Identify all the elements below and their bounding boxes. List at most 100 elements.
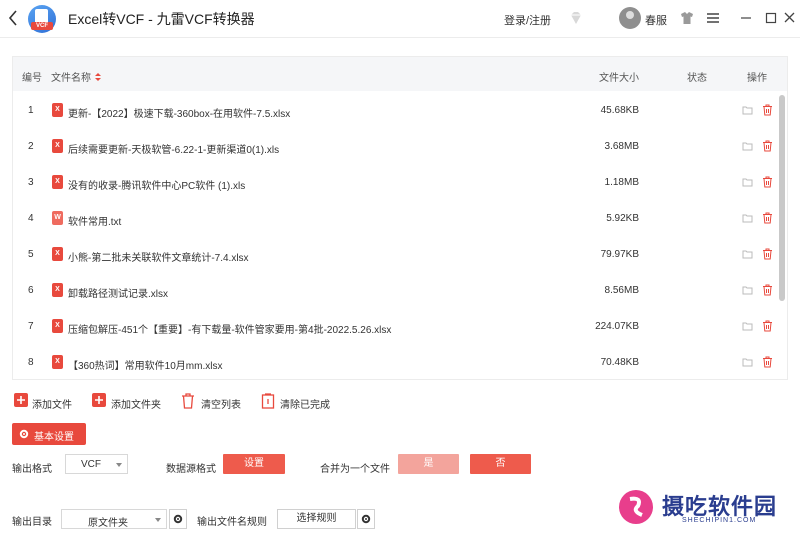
login-register-link[interactable]: 登录/注册: [504, 12, 551, 28]
name-rule-label: 输出文件名规则: [197, 517, 267, 528]
file-type-icon: X: [52, 283, 63, 297]
header-status: 状态: [687, 73, 707, 84]
file-type-icon: X: [52, 247, 63, 261]
open-folder-icon[interactable]: [742, 105, 753, 115]
row-number: 5: [28, 249, 34, 260]
file-size: 8.56MB: [604, 285, 639, 296]
open-folder-icon[interactable]: [742, 321, 753, 331]
open-folder-icon[interactable]: [742, 285, 753, 295]
row-number: 8: [28, 357, 34, 368]
delete-icon[interactable]: [762, 212, 773, 224]
vip-diamond-icon[interactable]: [568, 10, 584, 26]
table-row[interactable]: 2 X 后续需要更新-天极软管-6.22-1-更新渠道0(1).xls 3.68MB: [13, 129, 777, 165]
output-format-label: 输出格式: [12, 464, 52, 475]
open-folder-icon[interactable]: [742, 177, 753, 187]
file-name: 小熊-第二批未关联软件文章统计-7.4.xlsx: [68, 253, 249, 264]
table-row[interactable]: 7 X 压缩包解压-451个【重要】-有下载量-软件管家要用-第4批-2022.5.…: [13, 309, 777, 345]
file-type-icon: X: [52, 175, 63, 189]
plus-icon: [92, 393, 106, 407]
delete-icon[interactable]: [762, 176, 773, 188]
delete-icon[interactable]: [762, 284, 773, 296]
header-name[interactable]: 文件名称: [51, 69, 102, 84]
sort-icon[interactable]: [94, 72, 102, 82]
merge-yes-button[interactable]: 是: [398, 454, 459, 474]
row-number: 3: [28, 177, 34, 188]
gear-icon: [361, 514, 371, 524]
title-bar: VCF Excel转VCF - 九雷VCF转换器 登录/注册 春服: [0, 0, 800, 38]
open-folder-icon[interactable]: [742, 213, 753, 223]
delete-icon[interactable]: [762, 104, 773, 116]
open-folder-icon[interactable]: [742, 141, 753, 151]
table-row[interactable]: 3 X 没有的收录-腾讯软件中心PC软件 (1).xls 1.18MB: [13, 165, 777, 201]
merge-no-button[interactable]: 否: [470, 454, 531, 474]
file-name: 软件常用.txt: [68, 217, 122, 228]
file-size: 79.97KB: [600, 249, 639, 260]
file-size: 224.07KB: [595, 321, 639, 332]
delete-icon[interactable]: [762, 356, 773, 368]
source-format-label: 数据源格式: [166, 464, 216, 475]
delete-icon[interactable]: [762, 248, 773, 260]
clear-completed-button[interactable]: 清除已完成: [261, 393, 331, 411]
file-size: 70.48KB: [600, 357, 639, 368]
row-number: 6: [28, 285, 34, 296]
open-folder-icon[interactable]: [742, 249, 753, 259]
table-row[interactable]: 1 X 更新-【2022】极速下载-360box-在用软件-7.5.xlsx 45.6…: [13, 93, 777, 129]
gear-icon: [173, 514, 183, 524]
output-dir-settings-button[interactable]: [169, 509, 187, 529]
source-format-settings-button[interactable]: 设置: [223, 454, 285, 474]
table-row[interactable]: 4 W 软件常用.txt 5.92KB: [13, 201, 777, 237]
app-title: Excel转VCF - 九雷VCF转换器: [68, 11, 255, 27]
table-header: 编号 文件名称 文件大小 状态 操作: [13, 57, 787, 91]
file-size: 1.18MB: [604, 177, 639, 188]
table-row[interactable]: 5 X 小熊-第二批未关联软件文章统计-7.4.xlsx 79.97KB: [13, 237, 777, 273]
name-rule-settings-button[interactable]: [357, 509, 375, 529]
file-size: 5.92KB: [606, 213, 639, 224]
maximize-icon[interactable]: [765, 12, 777, 24]
add-file-button[interactable]: 添加文件: [14, 393, 74, 411]
file-type-icon: X: [52, 139, 63, 153]
table-scrollbar[interactable]: [779, 95, 785, 301]
output-dir-label: 输出目录: [12, 517, 52, 528]
file-name: 后续需要更新-天极软管-6.22-1-更新渠道0(1).xls: [68, 145, 280, 156]
file-name: 更新-【2022】极速下载-360box-在用软件-7.5.xlsx: [68, 109, 291, 120]
gear-icon: [19, 429, 29, 439]
skin-shirt-icon[interactable]: [680, 11, 694, 25]
menu-icon[interactable]: [706, 12, 720, 24]
file-name: 没有的收录-腾讯软件中心PC软件 (1).xls: [68, 181, 246, 192]
chevron-down-icon: [116, 463, 122, 467]
row-number: 7: [28, 321, 34, 332]
header-no: 编号: [22, 73, 42, 84]
file-type-icon: X: [52, 103, 63, 117]
file-type-icon: X: [52, 319, 63, 333]
file-name: 压缩包解压-451个【重要】-有下载量-软件管家要用-第4批-2022.5.26…: [68, 325, 392, 336]
merge-file-label: 合并为一个文件: [320, 464, 390, 475]
watermark-url: SHECHIPIN1.COM: [682, 517, 757, 524]
choose-rule-button[interactable]: 选择规则: [277, 509, 356, 529]
clear-list-button[interactable]: 清空列表: [181, 393, 241, 411]
clear-done-icon: [261, 393, 275, 409]
delete-icon[interactable]: [762, 140, 773, 152]
avatar[interactable]: [619, 7, 641, 29]
row-number: 2: [28, 141, 34, 152]
table-body: 1 X 更新-【2022】极速下载-360box-在用软件-7.5.xlsx 45.6…: [13, 93, 787, 381]
delete-icon[interactable]: [762, 320, 773, 332]
open-folder-icon[interactable]: [742, 357, 753, 367]
close-icon[interactable]: [783, 11, 796, 24]
table-row[interactable]: 8 X 【360热词】常用软件10月mm.xlsx 70.48KB: [13, 345, 777, 381]
output-format-select[interactable]: VCF: [65, 454, 128, 474]
header-size: 文件大小: [599, 73, 639, 84]
table-row[interactable]: 6 X 卸载路径测试记录.xlsx 8.56MB: [13, 273, 777, 309]
output-dir-select[interactable]: 原文件夹: [61, 509, 167, 529]
file-size: 45.68KB: [600, 105, 639, 116]
file-type-icon: X: [52, 355, 63, 369]
chevron-down-icon: [155, 518, 161, 522]
row-number: 1: [28, 105, 34, 116]
plus-icon: [14, 393, 28, 407]
minimize-icon[interactable]: [740, 11, 752, 25]
username[interactable]: 春服: [645, 12, 667, 28]
file-name: 【360热词】常用软件10月mm.xlsx: [68, 361, 223, 372]
list-actions: 添加文件 添加文件夹 清空列表 清除已完成: [12, 393, 412, 411]
add-folder-button[interactable]: 添加文件夹: [92, 393, 162, 411]
basic-settings-button[interactable]: 基本设置: [12, 423, 86, 445]
back-arrow-icon[interactable]: [6, 8, 20, 28]
